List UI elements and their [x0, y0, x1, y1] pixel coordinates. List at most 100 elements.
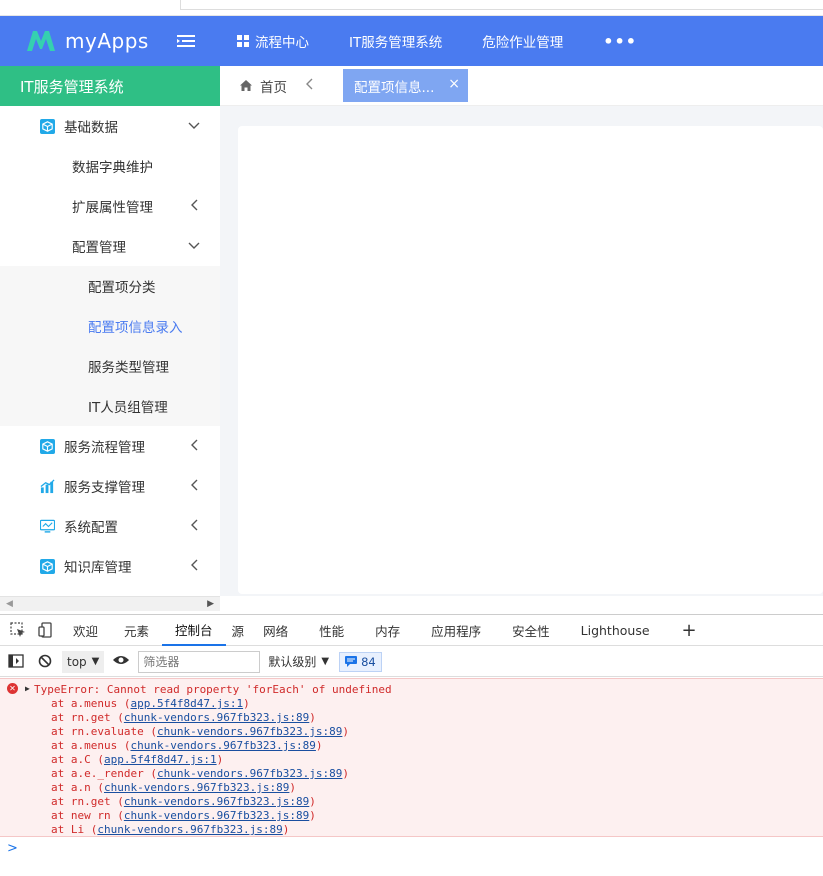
nav-process-center[interactable]: 流程中心: [237, 31, 309, 51]
dropdown-arrow-icon: ▼: [321, 656, 330, 667]
stack-link[interactable]: chunk-vendors.967fb323.js:89: [130, 739, 315, 752]
address-bar-edge: [180, 0, 823, 10]
cube-icon: [40, 438, 55, 454]
sidebar-item-config-mgmt[interactable]: 配置管理: [0, 226, 220, 266]
devtools-tab-application[interactable]: 应用程序: [413, 614, 499, 646]
horizontal-scrollbar[interactable]: ◀ ▶: [0, 596, 220, 611]
nav-hazard-work[interactable]: 危险作业管理: [482, 31, 563, 51]
stack-link[interactable]: chunk-vendors.967fb323.js:89: [104, 781, 289, 794]
stack-line: at rn.get (chunk-vendors.967fb323.js:89): [51, 711, 316, 724]
sidebar-item-system-config[interactable]: 系统配置: [0, 506, 220, 546]
sidebar-toggle-icon[interactable]: [8, 653, 24, 670]
message-count: 84: [361, 654, 376, 669]
stack-link[interactable]: chunk-vendors.967fb323.js:89: [124, 711, 309, 724]
sidebar-item-label: 服务支撑管理: [64, 480, 145, 496]
stack-link[interactable]: chunk-vendors.967fb323.js:89: [124, 809, 309, 822]
message-count-badge[interactable]: 84: [339, 651, 382, 672]
app-logo[interactable]: myApps: [25, 29, 175, 53]
sidebar-item-label: 扩展属性管理: [72, 200, 153, 216]
sidebar: IT服务管理系统 基础数据 数据字典维护 扩展属性管理 配置管理 配置项分类 配…: [0, 66, 220, 596]
stack-line: at a.menus (app.5f4f8d47.js:1): [51, 697, 250, 710]
sidebar-item-basic-data[interactable]: 基础数据: [0, 106, 220, 146]
tab-home[interactable]: 首页: [239, 76, 287, 96]
stack-link[interactable]: chunk-vendors.967fb323.js:89: [124, 795, 309, 808]
stack-link[interactable]: app.5f4f8d47.js:1: [130, 697, 243, 710]
device-toggle-icon[interactable]: [36, 620, 56, 640]
nav-it-service[interactable]: IT服务管理系统: [349, 31, 442, 51]
log-level-select[interactable]: 默认级别 ▼: [268, 653, 329, 670]
close-icon[interactable]: ×: [448, 76, 460, 92]
stack-line: at rn.get (chunk-vendors.967fb323.js:89): [51, 795, 316, 808]
sidebar-item-it-group[interactable]: IT人员组管理: [0, 386, 220, 426]
filter-input[interactable]: [138, 650, 261, 673]
chevron-left-icon: [184, 559, 204, 574]
chevron-left-icon: [184, 519, 204, 534]
cube-icon: [40, 558, 55, 574]
error-message: TypeError: Cannot read property 'forEach…: [34, 683, 392, 696]
sidebar-item-ext-attributes[interactable]: 扩展属性管理: [0, 186, 220, 226]
chevron-left-icon: [184, 199, 204, 214]
inspect-element-icon[interactable]: [8, 620, 28, 640]
devtools-tab-welcome[interactable]: 欢迎: [60, 614, 111, 646]
page-tabs-bar: 首页 配置项信息... ×: [220, 66, 823, 106]
stack-link[interactable]: chunk-vendors.967fb323.js:89: [157, 767, 342, 780]
sidebar-item-label: 数据字典维护: [72, 160, 153, 176]
console-prompt[interactable]: >: [7, 841, 18, 856]
dropdown-arrow-icon: ▼: [91, 656, 100, 667]
sidebar-item-label: 基础数据: [64, 120, 118, 136]
sidebar-item-ci-category[interactable]: 配置项分类: [0, 266, 220, 306]
devtools-tab-security[interactable]: 安全性: [499, 614, 563, 646]
scroll-left-icon[interactable]: ◀: [6, 599, 13, 609]
devtools-tab-lighthouse[interactable]: Lighthouse: [563, 614, 668, 646]
sidebar-item-label: 系统配置: [64, 520, 118, 536]
monitor-icon: [40, 519, 55, 533]
more-icon[interactable]: •••: [603, 32, 637, 51]
console-error-entry: ✕ ▶ TypeError: Cannot read property 'for…: [0, 678, 823, 837]
context-select[interactable]: top ▼: [62, 650, 105, 673]
logo-m-icon: [27, 31, 55, 51]
sidebar-item-label: 知识库管理: [64, 560, 132, 576]
devtools-tab-sources[interactable]: 源: [226, 614, 251, 646]
sidebar-item-label: 服务类型管理: [88, 360, 169, 376]
nav-label: 危险作业管理: [482, 35, 564, 51]
chart-icon: [40, 478, 55, 493]
stack-link[interactable]: chunk-vendors.967fb323.js:89: [97, 823, 282, 836]
tab-home-label: 首页: [260, 79, 287, 96]
stack-line: at new rn (chunk-vendors.967fb323.js:89): [51, 809, 316, 822]
app-header: myApps 流程中心 IT服务管理系统 危险作业管理 •••: [0, 16, 823, 66]
sidebar-item-service-flow[interactable]: 服务流程管理: [0, 426, 220, 466]
sidebar-item-service-support[interactable]: 服务支撑管理: [0, 466, 220, 506]
stack-link[interactable]: app.5f4f8d47.js:1: [104, 753, 217, 766]
stack-link[interactable]: chunk-vendors.967fb323.js:89: [157, 725, 342, 738]
devtools-tab-console[interactable]: 控制台: [162, 614, 226, 646]
chevron-left-icon: [184, 479, 204, 494]
devtools-tab-elements[interactable]: 元素: [111, 614, 162, 646]
expand-triangle-icon[interactable]: ▶: [25, 684, 30, 693]
stack-line: at a.n (chunk-vendors.967fb323.js:89): [51, 781, 297, 794]
grid-icon: [237, 35, 249, 47]
nav-label: 流程中心: [255, 35, 309, 51]
clear-console-icon[interactable]: [38, 654, 54, 670]
sidebar-item-knowledge-base[interactable]: 知识库管理: [0, 546, 220, 586]
message-icon: [345, 656, 358, 667]
devtools-tab-memory[interactable]: 内存: [362, 614, 413, 646]
devtools-tabbar: 欢迎 元素 控制台 源 网络 性能 内存 应用程序 安全性 Lighthouse…: [0, 614, 823, 646]
sidebar-item-service-type[interactable]: 服务类型管理: [0, 346, 220, 386]
stack-line: at Li (chunk-vendors.967fb323.js:89): [51, 823, 290, 836]
log-level-label: 默认级别: [268, 655, 317, 669]
chevron-left-icon[interactable]: [305, 78, 325, 94]
tab-ci-entry[interactable]: 配置项信息... ×: [343, 69, 468, 102]
home-icon: [240, 80, 252, 91]
add-tab-icon[interactable]: +: [682, 620, 697, 641]
chevron-left-icon: [184, 439, 204, 454]
tab-label: 配置项信息...: [354, 79, 435, 96]
sidebar-item-ci-entry[interactable]: 配置项信息录入: [0, 306, 220, 346]
sidebar-item-dictionary[interactable]: 数据字典维护: [0, 146, 220, 186]
eye-icon[interactable]: [112, 654, 130, 670]
devtools-tab-performance[interactable]: 性能: [301, 614, 362, 646]
stack-line: at a.menus (chunk-vendors.967fb323.js:89…: [51, 739, 323, 752]
menu-toggle-icon[interactable]: [177, 33, 197, 49]
devtools-tab-network[interactable]: 网络: [250, 614, 301, 646]
browser-top-strip: [0, 0, 823, 16]
scroll-right-icon[interactable]: ▶: [207, 599, 214, 609]
